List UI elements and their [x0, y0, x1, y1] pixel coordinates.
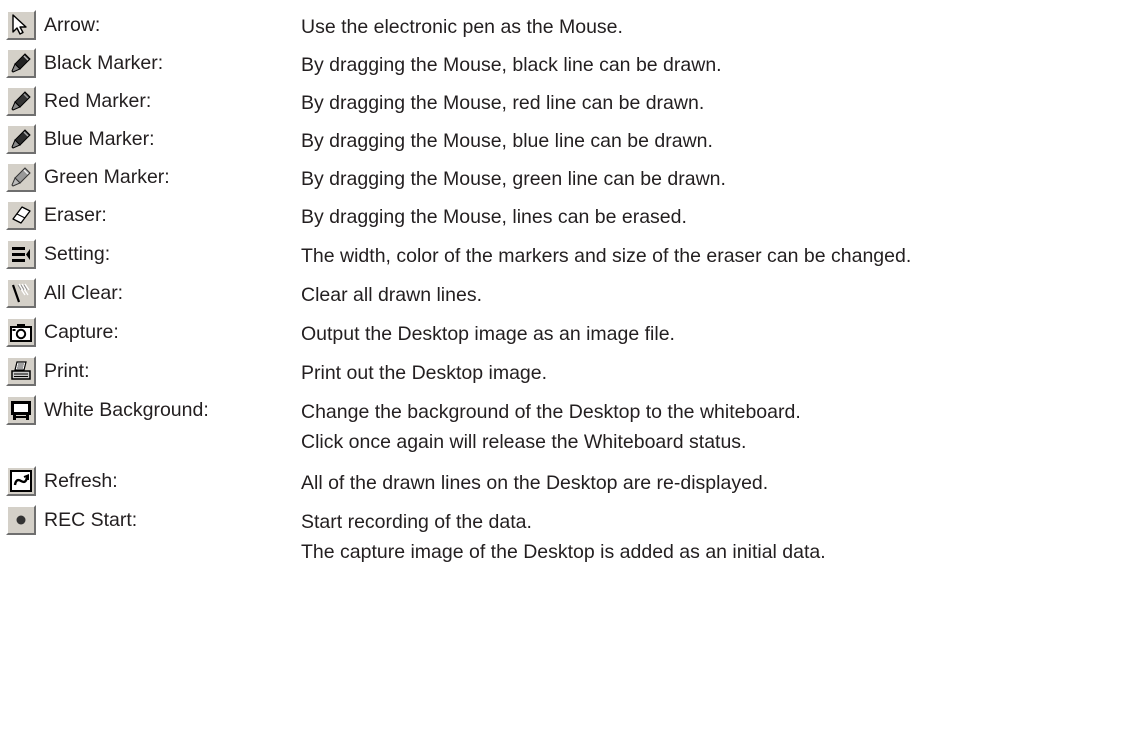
item-label: Setting: [44, 243, 111, 265]
item-label: REC Start: [44, 509, 138, 531]
toolbar-reference-page: { "items": [ {"icon": "arrow-cursor-icon… [0, 0, 1145, 749]
item-description: Output the Desktop image as an image fil… [301, 323, 675, 345]
setting-icon[interactable] [6, 239, 36, 269]
item-description: Change the background of the Desktop to … [301, 401, 801, 423]
camera-icon[interactable] [6, 317, 36, 347]
item-description: Start recording of the data. [301, 511, 532, 533]
item-description: Print out the Desktop image. [301, 362, 548, 384]
item-description: By dragging the Mouse, lines can be eras… [301, 206, 687, 228]
item-description: By dragging the Mouse, green line can be… [301, 168, 726, 190]
item-description: Click once again will release the Whiteb… [301, 431, 747, 453]
item-label: Arrow: [44, 14, 101, 36]
item-label: Red Marker: [44, 90, 152, 112]
all-clear-icon[interactable] [6, 278, 36, 308]
red-marker-icon[interactable] [6, 86, 36, 116]
black-marker-icon[interactable] [6, 48, 36, 78]
item-description: The width, color of the markers and size… [301, 245, 912, 267]
item-label: Refresh: [44, 470, 118, 492]
item-description: Use the electronic pen as the Mouse. [301, 16, 623, 38]
item-label: White Background: [44, 399, 209, 421]
item-description: Clear all drawn lines. [301, 284, 482, 306]
printer-icon[interactable] [6, 356, 36, 386]
item-description: By dragging the Mouse, black line can be… [301, 54, 722, 76]
whiteboard-icon[interactable] [6, 395, 36, 425]
item-label: Blue Marker: [44, 128, 155, 150]
item-label: All Clear: [44, 282, 124, 304]
item-label: Green Marker: [44, 166, 170, 188]
item-label: Eraser: [44, 204, 107, 226]
item-description: The capture image of the Desktop is adde… [301, 541, 826, 563]
eraser-icon[interactable] [6, 200, 36, 230]
green-marker-icon[interactable] [6, 162, 36, 192]
item-description: By dragging the Mouse, blue line can be … [301, 130, 713, 152]
item-label: Black Marker: [44, 52, 164, 74]
item-label: Capture: [44, 321, 119, 343]
refresh-icon[interactable] [6, 466, 36, 496]
item-description: By dragging the Mouse, red line can be d… [301, 92, 705, 114]
blue-marker-icon[interactable] [6, 124, 36, 154]
item-label: Print: [44, 360, 90, 382]
record-icon[interactable] [6, 505, 36, 535]
item-description: All of the drawn lines on the Desktop ar… [301, 472, 769, 494]
arrow-cursor-icon[interactable] [6, 10, 36, 40]
